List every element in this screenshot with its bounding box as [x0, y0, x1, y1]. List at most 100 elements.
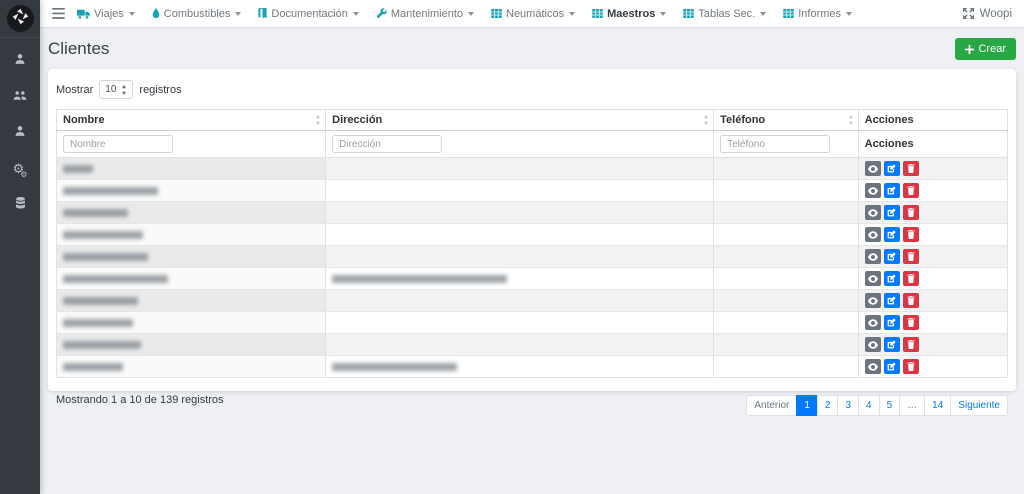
pencil-icon	[887, 164, 896, 173]
menu-documentaci-n[interactable]: Documentación	[258, 8, 358, 20]
page-button-14[interactable]: 14	[924, 395, 951, 416]
sort-icon	[848, 115, 854, 125]
sidebar-item-4[interactable]	[4, 192, 36, 218]
view-button[interactable]	[865, 183, 881, 198]
filter-input-tel-fono[interactable]	[720, 135, 830, 153]
view-button[interactable]	[865, 161, 881, 176]
view-button[interactable]	[865, 205, 881, 220]
gears-icon: ⚙⚙	[13, 160, 28, 179]
chevron-down-icon	[235, 12, 241, 16]
sidebar-item-3[interactable]: ⚙⚙	[4, 156, 36, 182]
page-button-: …	[899, 395, 925, 416]
column-header-nombre[interactable]: Nombre	[57, 110, 326, 131]
delete-button[interactable]	[903, 249, 919, 264]
users-icon	[13, 88, 27, 106]
updown-icon	[121, 85, 127, 95]
menu-maestros[interactable]: Maestros	[592, 8, 666, 20]
redacted-text	[63, 165, 93, 173]
cell-direccion	[326, 202, 714, 224]
sidebar-item-2[interactable]	[4, 120, 36, 146]
eye-icon	[868, 209, 878, 217]
cell-direccion	[326, 334, 714, 356]
redacted-text	[63, 253, 148, 261]
cell-nombre	[57, 334, 326, 356]
edit-button[interactable]	[884, 249, 900, 264]
page-button-5[interactable]: 5	[879, 395, 901, 416]
cell-telefono	[714, 290, 859, 312]
page-button-1[interactable]: 1	[796, 395, 818, 416]
user-menu[interactable]: Woopi	[963, 8, 1012, 20]
view-button[interactable]	[865, 227, 881, 242]
edit-button[interactable]	[884, 227, 900, 242]
edit-button[interactable]	[884, 293, 900, 308]
page-button-4[interactable]: 4	[858, 395, 880, 416]
menu-viajes[interactable]: Viajes	[77, 8, 135, 20]
page-button-3[interactable]: 3	[837, 395, 859, 416]
pencil-icon	[887, 340, 896, 349]
chevron-down-icon	[760, 12, 766, 16]
menu-neum-ticos[interactable]: Neumáticos	[491, 8, 575, 20]
column-header-acciones: Acciones	[858, 110, 1007, 131]
view-button[interactable]	[865, 293, 881, 308]
view-button[interactable]	[865, 359, 881, 374]
delete-button[interactable]	[903, 161, 919, 176]
delete-button[interactable]	[903, 293, 919, 308]
eye-icon	[868, 253, 878, 261]
redacted-text	[63, 341, 141, 349]
view-button[interactable]	[865, 249, 881, 264]
sidebar-item-1[interactable]	[4, 84, 36, 110]
pencil-icon	[887, 252, 896, 261]
edit-button[interactable]	[884, 183, 900, 198]
view-button[interactable]	[865, 315, 881, 330]
filter-input-nombre[interactable]	[63, 135, 173, 153]
cell-direccion	[326, 158, 714, 180]
menu-informes[interactable]: Informes	[783, 8, 852, 20]
view-button[interactable]	[865, 271, 881, 286]
page-header: Clientes Crear	[48, 36, 1016, 69]
clients-table: NombreDirecciónTeléfonoAcciones Acciones	[56, 109, 1008, 378]
chevron-down-icon	[129, 12, 135, 16]
table-row	[57, 312, 1008, 334]
main-content: Clientes Crear Mostrar 10 registros Nomb…	[40, 28, 1024, 494]
create-button[interactable]: Crear	[955, 38, 1016, 60]
hamburger-icon[interactable]	[52, 8, 65, 19]
delete-button[interactable]	[903, 183, 919, 198]
edit-button[interactable]	[884, 315, 900, 330]
cell-direccion	[326, 224, 714, 246]
table-icon	[491, 9, 502, 18]
delete-button[interactable]	[903, 315, 919, 330]
eye-icon	[868, 341, 878, 349]
page-button-2[interactable]: 2	[817, 395, 839, 416]
trash-icon	[907, 318, 915, 327]
page-button-anterior[interactable]: Anterior	[746, 395, 797, 416]
view-button[interactable]	[865, 337, 881, 352]
cell-telefono	[714, 158, 859, 180]
brand-link[interactable]	[0, 0, 40, 38]
delete-button[interactable]	[903, 227, 919, 242]
menu-combustibles[interactable]: Combustibles	[152, 8, 242, 20]
column-header-direcci-n[interactable]: Dirección	[326, 110, 714, 131]
delete-button[interactable]	[903, 337, 919, 352]
delete-button[interactable]	[903, 271, 919, 286]
delete-button[interactable]	[903, 359, 919, 374]
cell-nombre	[57, 312, 326, 334]
sidebar-item-0[interactable]	[4, 48, 36, 74]
cell-nombre	[57, 246, 326, 268]
page-button-siguiente[interactable]: Siguiente	[950, 395, 1008, 416]
edit-button[interactable]	[884, 337, 900, 352]
pencil-icon	[887, 362, 896, 371]
edit-button[interactable]	[884, 161, 900, 176]
edit-button[interactable]	[884, 359, 900, 374]
page-length-select[interactable]: 10	[99, 80, 133, 99]
redacted-text	[63, 319, 133, 327]
column-header-tel-fono[interactable]: Teléfono	[714, 110, 859, 131]
edit-button[interactable]	[884, 271, 900, 286]
table-row	[57, 224, 1008, 246]
row-actions	[865, 359, 1001, 374]
menu-mantenimiento[interactable]: Mantenimiento	[376, 8, 474, 20]
eye-icon	[868, 319, 878, 327]
edit-button[interactable]	[884, 205, 900, 220]
delete-button[interactable]	[903, 205, 919, 220]
filter-input-direcci-n[interactable]	[332, 135, 442, 153]
menu-tablas-sec[interactable]: Tablas Sec.	[683, 8, 766, 20]
